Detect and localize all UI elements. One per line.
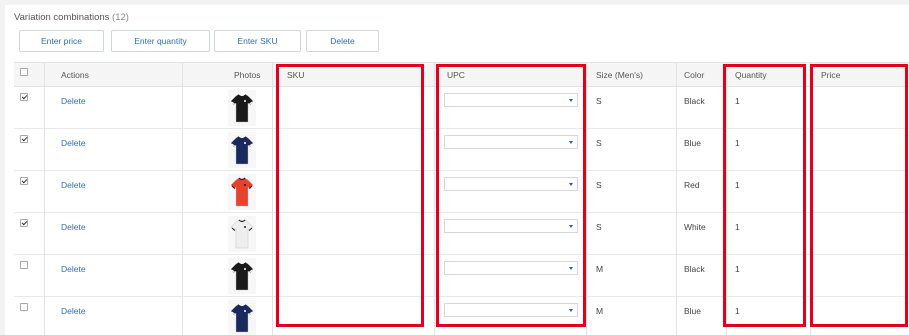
row-delete-link[interactable]: Delete xyxy=(61,222,86,232)
delete-button[interactable]: Delete xyxy=(306,30,379,52)
tshirt-photo[interactable] xyxy=(228,90,256,126)
table-header: Actions Photos SKU UPC Size (Men's) Colo… xyxy=(14,63,909,87)
row-checkbox[interactable] xyxy=(20,219,28,227)
row-quantity[interactable]: 1 xyxy=(735,180,740,190)
variations-table: Actions Photos SKU UPC Size (Men's) Colo… xyxy=(14,62,909,335)
row-delete-link[interactable]: Delete xyxy=(61,180,86,190)
chevron-down-icon xyxy=(569,267,573,270)
row-delete-link[interactable]: Delete xyxy=(61,138,86,148)
row-size: S xyxy=(596,96,602,106)
upc-select[interactable] xyxy=(444,219,578,233)
row-delete-link[interactable]: Delete xyxy=(61,264,86,274)
chevron-down-icon xyxy=(569,309,573,312)
column-photos: Photos xyxy=(234,70,261,80)
tshirt-photo[interactable] xyxy=(228,300,256,335)
table-row: Delete S Blue 1 xyxy=(14,129,909,171)
table-row: Delete M Blue 1 xyxy=(14,297,909,335)
enter-price-button[interactable]: Enter price xyxy=(19,30,104,52)
column-actions: Actions xyxy=(61,70,89,80)
table-row: Delete S Red 1 xyxy=(14,171,909,213)
variation-count: (12) xyxy=(112,12,129,23)
column-upc: UPC xyxy=(447,70,465,80)
row-size: S xyxy=(596,180,602,190)
row-quantity[interactable]: 1 xyxy=(735,306,740,316)
row-checkbox[interactable] xyxy=(20,177,28,185)
row-color: Blue xyxy=(684,306,702,316)
row-color: Blue xyxy=(684,138,702,148)
enter-quantity-button[interactable]: Enter quantity xyxy=(111,30,210,52)
upc-select[interactable] xyxy=(444,177,578,191)
tshirt-photo[interactable] xyxy=(228,258,256,294)
row-checkbox[interactable] xyxy=(20,135,28,143)
row-quantity[interactable]: 1 xyxy=(735,138,740,148)
table-row: Delete S Black 1 xyxy=(14,87,909,129)
chevron-down-icon xyxy=(569,99,573,102)
select-all-checkbox[interactable] xyxy=(20,68,28,76)
row-color: Black xyxy=(684,264,705,274)
column-sku: SKU xyxy=(287,70,305,80)
row-delete-link[interactable]: Delete xyxy=(61,306,86,316)
chevron-down-icon xyxy=(569,183,573,186)
row-quantity[interactable]: 1 xyxy=(735,222,740,232)
tshirt-photo[interactable] xyxy=(228,216,256,252)
row-quantity[interactable]: 1 xyxy=(735,264,740,274)
row-size: M xyxy=(596,306,604,316)
upc-select[interactable] xyxy=(444,93,578,107)
row-size: S xyxy=(596,222,602,232)
upc-select[interactable] xyxy=(444,261,578,275)
chevron-down-icon xyxy=(569,225,573,228)
row-color: White xyxy=(684,222,706,232)
upc-select[interactable] xyxy=(444,135,578,149)
column-color: Color xyxy=(684,70,705,80)
row-size: S xyxy=(596,138,602,148)
row-size: M xyxy=(596,264,604,274)
section-title-text: Variation combinations xyxy=(14,12,110,23)
upc-select[interactable] xyxy=(444,303,578,317)
row-color: Black xyxy=(684,96,705,106)
column-quantity: Quantity xyxy=(735,70,767,80)
row-color: Red xyxy=(684,180,700,190)
row-checkbox[interactable] xyxy=(20,261,28,269)
tshirt-photo[interactable] xyxy=(228,132,256,168)
chevron-down-icon xyxy=(569,141,573,144)
section-title: Variation combinations (12) xyxy=(14,12,129,23)
row-delete-link[interactable]: Delete xyxy=(61,96,86,106)
column-size: Size (Men's) xyxy=(596,70,643,80)
row-checkbox[interactable] xyxy=(20,93,28,101)
table-row: Delete S White 1 xyxy=(14,213,909,255)
enter-sku-button[interactable]: Enter SKU xyxy=(214,30,301,52)
tshirt-photo[interactable] xyxy=(228,174,256,210)
row-checkbox[interactable] xyxy=(20,303,28,311)
row-quantity[interactable]: 1 xyxy=(735,96,740,106)
table-row: Delete M Black 1 xyxy=(14,255,909,297)
column-price: Price xyxy=(821,70,841,80)
